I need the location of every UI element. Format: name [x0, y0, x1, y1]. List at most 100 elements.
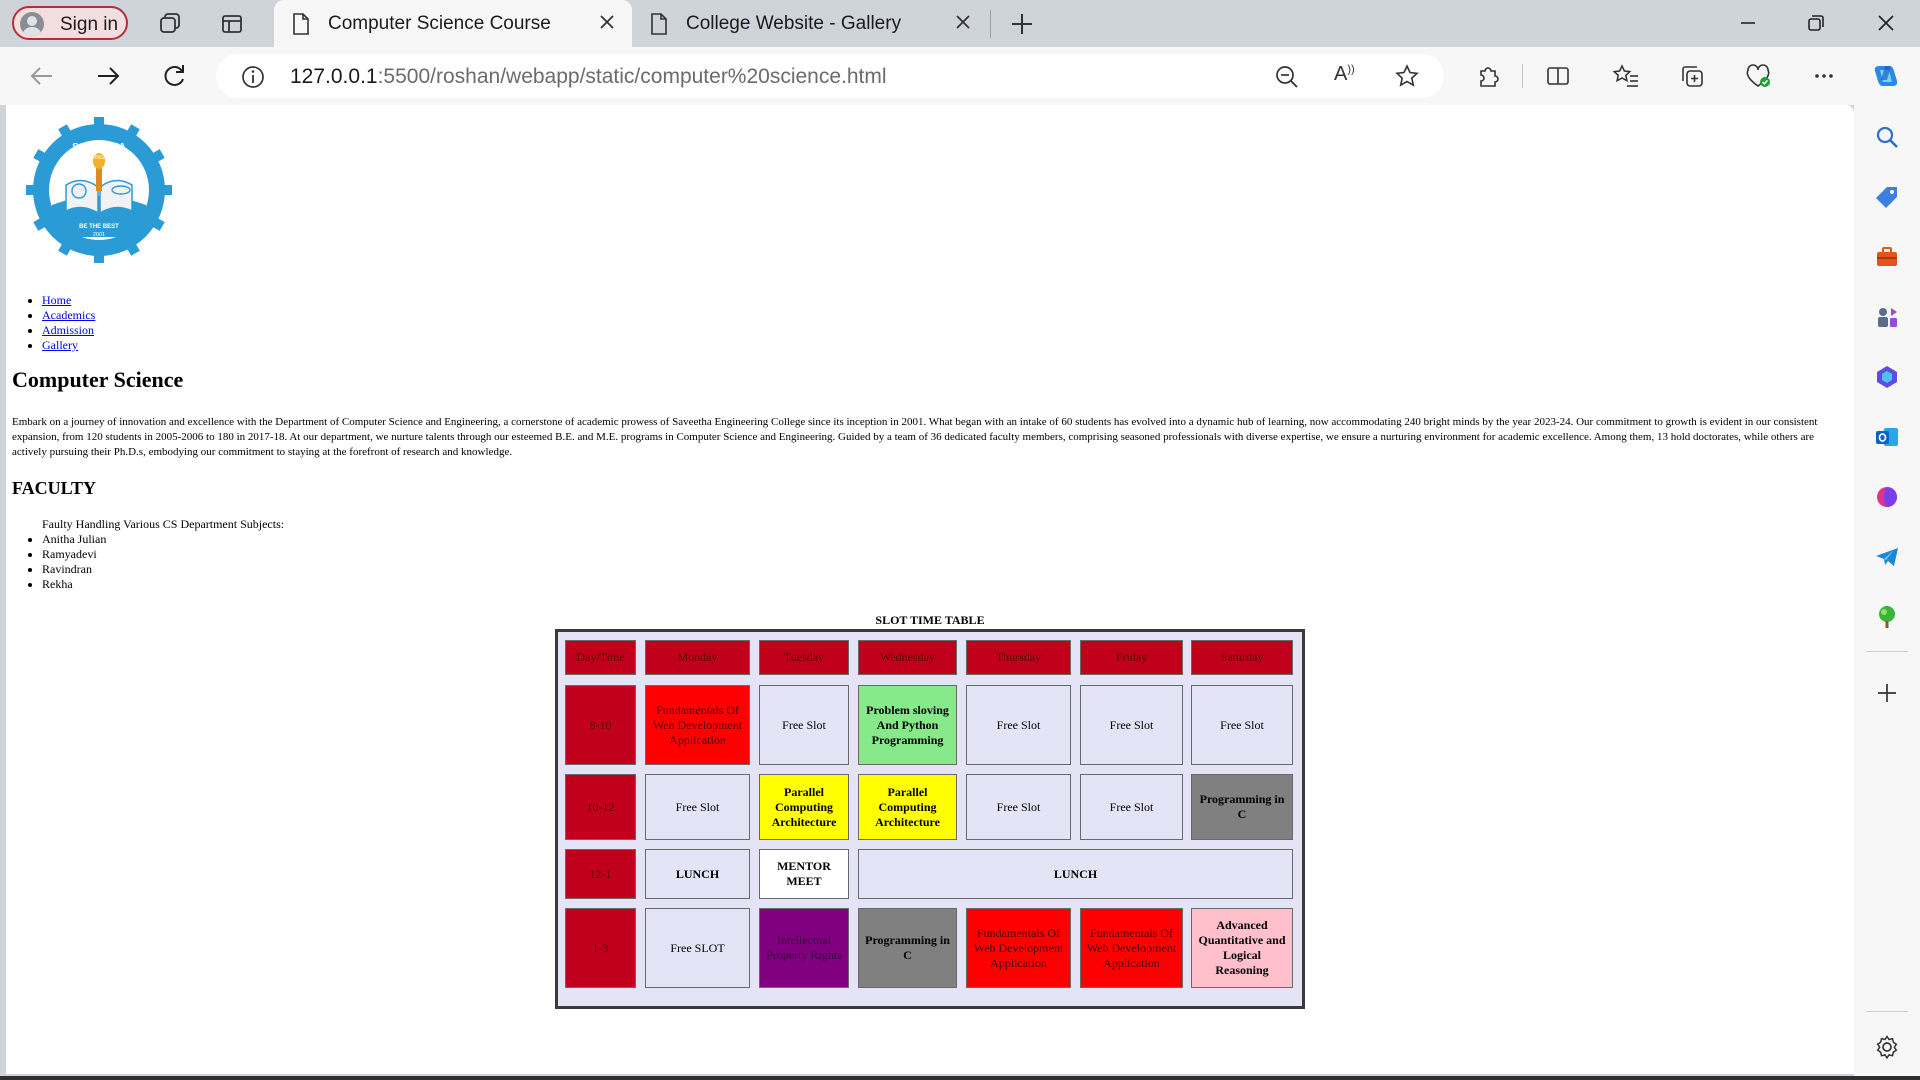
slot-cell: Parallel Computing Architecture: [858, 774, 957, 840]
nav-item-home: Home: [42, 293, 1854, 308]
slot-cell: Fundamentals Of Web Development Applicat…: [966, 908, 1071, 988]
timetable-header-cell: Day/Time: [565, 640, 636, 675]
timetable-header-cell: Tuesday: [759, 640, 849, 675]
slot-cell: Free Slot: [645, 774, 750, 840]
favorite-star-icon[interactable]: [1394, 63, 1420, 93]
intro-paragraph: Embark on a journey of innovation and ex…: [12, 416, 1818, 458]
workspaces-icon[interactable]: [156, 10, 184, 38]
shopping-tag-icon[interactable]: [1873, 183, 1901, 211]
address-bar[interactable]: 127.0.0.1:5500/roshan/webapp/static/comp…: [216, 54, 1444, 98]
slot-cell: Fundamentals Of Web Development Applicat…: [1080, 908, 1183, 988]
extensions-icon[interactable]: [1472, 60, 1504, 92]
time-cell: 12-1: [565, 849, 636, 899]
logo-sub-text: ENGINEERING COLLEGE: [66, 155, 132, 161]
refresh-icon[interactable]: [158, 60, 190, 92]
tree-icon[interactable]: [1873, 603, 1901, 631]
faculty-item: Ravindran: [42, 562, 1854, 577]
sidebar-divider: [1866, 1011, 1908, 1012]
drop-icon[interactable]: [1873, 483, 1901, 511]
back-icon[interactable]: [26, 60, 58, 92]
time-cell: 8-10: [565, 685, 636, 765]
time-cell: 10-12: [565, 774, 636, 840]
faculty-item: Ramyadevi: [42, 547, 1854, 562]
slot-cell: Intellectual Property Rights: [759, 908, 849, 988]
profile-avatar-icon: [20, 12, 44, 36]
faculty-list: Faulty Handling Various CS Department Su…: [12, 517, 1854, 592]
slot-cell: LUNCH: [645, 849, 750, 899]
slot-cell: Free Slot: [966, 774, 1071, 840]
page-content: SAVEETHA ENGINEERING COLLEGE BE THE BEST…: [6, 105, 1854, 592]
timetable-header-cell: Thursday: [966, 640, 1071, 675]
nav-item-gallery: Gallery: [42, 338, 1854, 353]
tab-divider: [990, 10, 991, 38]
sign-in-button[interactable]: Sign in: [12, 6, 128, 40]
nav-link-home[interactable]: Home: [42, 293, 71, 307]
add-icon[interactable]: [1873, 679, 1901, 707]
nav-link-academics[interactable]: Academics: [42, 308, 95, 322]
split-screen-icon[interactable]: [1542, 60, 1574, 92]
outlook-icon[interactable]: [1873, 423, 1901, 451]
faculty-caption: Faulty Handling Various CS Department Su…: [42, 517, 285, 531]
nav-link-gallery[interactable]: Gallery: [42, 338, 78, 352]
new-tab-icon[interactable]: [1008, 10, 1036, 38]
tab-title: Computer Science Course: [328, 13, 551, 34]
lunch-span-cell: LUNCH: [858, 849, 1293, 899]
settings-icon[interactable]: [1873, 1033, 1901, 1061]
more-options-icon[interactable]: [1808, 60, 1840, 92]
slot-timetable: Day/Time Monday Tuesday Wednesday Thursd…: [555, 629, 1305, 1009]
nav-link-admission[interactable]: Admission: [42, 323, 94, 337]
timetable-header-cell: Wednesday: [858, 640, 957, 675]
url-host: 127.0.0.1: [290, 65, 378, 88]
toolbar-divider: [1522, 64, 1523, 88]
sidebar-divider: [1866, 651, 1908, 652]
college-logo: SAVEETHA ENGINEERING COLLEGE BE THE BEST…: [26, 117, 172, 263]
slot-cell: Free SLOT: [645, 908, 750, 988]
read-aloud-icon[interactable]: A)): [1334, 63, 1355, 86]
browser-essentials-icon[interactable]: [1742, 60, 1774, 92]
forward-icon[interactable]: [92, 60, 124, 92]
slot-cell: Advanced Quantitative and Logical Reason…: [1191, 908, 1293, 988]
logo-motto: BE THE BEST: [79, 224, 119, 230]
timetable-header-cell: Monday: [645, 640, 750, 675]
close-tab-icon[interactable]: [952, 11, 974, 33]
logo-top-text: SAVEETHA: [72, 142, 126, 153]
slot-cell: Parallel Computing Architecture: [759, 774, 849, 840]
site-nav: Home Academics Admission Gallery: [12, 293, 1854, 353]
restore-icon[interactable]: [1796, 8, 1836, 38]
edge-sidebar: [1854, 105, 1920, 1080]
toolbox-icon[interactable]: [1873, 243, 1901, 271]
url-path: :5500/roshan/webapp/static/computer%20sc…: [377, 65, 887, 88]
slot-cell: Programming in C: [858, 908, 957, 988]
faculty-heading: FACULTY: [12, 478, 97, 498]
search-icon[interactable]: [1873, 123, 1901, 151]
faculty-item: Anitha Julian: [42, 532, 1854, 547]
games-icon[interactable]: [1873, 303, 1901, 331]
collections-icon[interactable]: [1676, 60, 1708, 92]
logo-year: 2001: [93, 232, 105, 238]
nav-item-academics: Academics: [42, 308, 1854, 323]
slot-cell: Free Slot: [966, 685, 1071, 765]
site-info-icon[interactable]: [240, 64, 266, 94]
nav-item-admission: Admission: [42, 323, 1854, 338]
tab-computer-science-course[interactable]: Computer Science Course: [274, 0, 632, 47]
copilot-icon[interactable]: [1870, 60, 1902, 92]
favorites-icon[interactable]: [1610, 60, 1642, 92]
tab-title: College Website - Gallery: [686, 13, 902, 34]
taskbar-edge: [0, 1076, 1920, 1080]
minimize-icon[interactable]: [1728, 8, 1768, 38]
slot-cell: Problem sloving And Python Programming: [858, 685, 957, 765]
navigation-bar: 127.0.0.1:5500/roshan/webapp/static/comp…: [0, 47, 1920, 105]
time-cell: 1-3: [565, 908, 636, 988]
zoom-out-icon[interactable]: [1274, 64, 1300, 94]
faculty-item: Rekha: [42, 577, 1854, 592]
telegram-icon[interactable]: [1873, 543, 1901, 571]
page-title: Computer Science: [12, 367, 184, 392]
page-icon: [650, 13, 668, 41]
close-window-icon[interactable]: [1866, 8, 1906, 38]
slot-cell: Fundamentals Of Web Development Applicat…: [645, 685, 750, 765]
copilot-apps-icon[interactable]: [1873, 363, 1901, 391]
vertical-tabs-icon[interactable]: [218, 10, 246, 38]
close-tab-icon[interactable]: [596, 11, 618, 33]
tab-strip: Sign in Computer Science Course College …: [0, 0, 1920, 47]
tab-college-website-gallery[interactable]: College Website - Gallery: [632, 0, 988, 47]
